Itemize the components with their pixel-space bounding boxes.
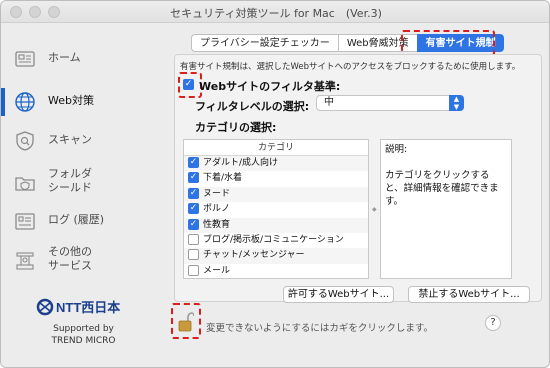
- category-name: 下着/水着: [203, 173, 243, 184]
- lock-hint-text: 変更できないようにするにはカギをクリックします。: [206, 323, 433, 334]
- title-bar: セキュリティ対策ツール for Mac (Ver.3): [1, 1, 549, 23]
- category-checkbox[interactable]: ✓: [188, 187, 199, 199]
- category-name: ヌード: [203, 188, 231, 199]
- category-row[interactable]: ✓ 性教育: [184, 217, 368, 233]
- app-window: セキュリティ対策ツール for Mac (Ver.3) ホーム Web対策 スキ…: [0, 0, 550, 368]
- sidebar-item-label: ログ (履歴): [48, 213, 105, 226]
- ntt-logo: NTT西日本: [36, 298, 120, 316]
- category-name: ポルノ: [203, 204, 231, 215]
- category-name: ブログ/掲示板/コミュニケーション: [203, 234, 344, 245]
- sidebar: ホーム Web対策 スキャン フォルダ シールド ログ (履歴) その他の サー…: [1, 23, 166, 367]
- info-body: カテゴリをクリックすると、詳細情報を確認できます。: [385, 170, 499, 207]
- category-row[interactable]: ✓ チャット/メッセンジャー: [184, 248, 368, 264]
- globe-icon: [15, 92, 35, 112]
- category-info-box: 説明: カテゴリをクリックすると、詳細情報を確認できます。: [380, 139, 512, 279]
- supported-by-text: Supported by TREND MICRO: [1, 323, 166, 347]
- sidebar-label-line1: フォルダ: [48, 167, 92, 180]
- category-row[interactable]: ✓ メール: [184, 264, 368, 278]
- category-checkbox[interactable]: ✓: [188, 172, 199, 184]
- home-icon: [15, 51, 35, 67]
- category-column-header: カテゴリ: [184, 140, 368, 156]
- sidebar-item-label: スキャン: [48, 133, 92, 146]
- sidebar-item-label: フォルダ シールド: [48, 167, 92, 195]
- filter-level-value: 中: [324, 97, 334, 108]
- window-title: セキュリティ対策ツール for Mac (Ver.3): [170, 7, 382, 20]
- log-icon: [15, 213, 35, 230]
- sidebar-item-web[interactable]: Web対策: [1, 82, 166, 122]
- category-checkbox[interactable]: ✓: [188, 218, 199, 230]
- blocked-sites-button[interactable]: 禁止するWebサイト...: [408, 286, 530, 303]
- category-checkbox[interactable]: ✓: [188, 249, 199, 261]
- category-label: カテゴリの選択:: [195, 121, 277, 134]
- category-name: 性教育: [203, 219, 231, 230]
- sidebar-item-home[interactable]: ホーム: [1, 39, 166, 79]
- category-row[interactable]: ✓ ブログ/掲示板/コミュニケーション: [184, 233, 368, 248]
- select-stepper-icon: ▲ ▼: [449, 95, 464, 111]
- info-title: 説明:: [385, 144, 408, 155]
- category-name: アダルト/成人向け: [203, 158, 279, 168]
- sidebar-item-folder-shield[interactable]: フォルダ シールド: [1, 163, 166, 203]
- category-list[interactable]: カテゴリ ✓ アダルト/成人向け ✓ 下着/水着 ✓ ヌード ✓ ポルノ ✓ 性教育 ✓ ブログ/掲示…: [183, 139, 369, 279]
- sidebar-item-label: Web対策: [48, 94, 94, 107]
- allowed-sites-button[interactable]: 許可するWebサイト...: [283, 286, 394, 303]
- category-row[interactable]: ✓ 下着/水着: [184, 171, 368, 186]
- sidebar-item-label: ホーム: [48, 51, 81, 64]
- tab-privacy-checker[interactable]: プライバシー設定チェッカー: [191, 34, 338, 52]
- ntt-logo-text: NTT西日本: [56, 300, 120, 315]
- tab-highlight-frame: [401, 30, 495, 56]
- sidebar-label-line1: その他の: [48, 245, 92, 258]
- category-name: メール: [203, 265, 231, 276]
- filter-level-label: フィルタレベルの選択:: [195, 100, 310, 113]
- category-row[interactable]: ✓ アダルト/成人向け: [184, 156, 368, 172]
- folder-shield-icon: [15, 177, 35, 191]
- sidebar-label-line2: サービス: [48, 259, 92, 272]
- splitter-handle[interactable]: ◆: [372, 206, 377, 213]
- panel-description: 有害サイト規制は、選択したWebサイトへのアクセスをブロックするために使用します…: [180, 62, 521, 72]
- category-checkbox[interactable]: ✓: [188, 203, 199, 215]
- category-checkbox[interactable]: ✓: [188, 264, 199, 276]
- main-content: プライバシー設定チェッカー Web脅威対策 有害サイト規制 有害サイト規制は、選…: [166, 23, 549, 367]
- help-button[interactable]: ?: [485, 315, 501, 331]
- sidebar-item-label: その他の サービス: [48, 245, 92, 273]
- services-icon: [16, 252, 34, 270]
- padlock-icon[interactable]: [178, 312, 194, 332]
- shield-scan-icon: [16, 131, 34, 151]
- active-indicator: [1, 88, 5, 116]
- supported-line1: Supported by: [53, 324, 114, 334]
- sidebar-label-line2: シールド: [48, 181, 92, 194]
- filter-label: Webサイトのフィルタ基準:: [199, 80, 341, 93]
- sidebar-item-log[interactable]: ログ (履歴): [1, 201, 166, 241]
- category-name: チャット/メッセンジャー: [203, 250, 305, 261]
- sidebar-item-scan[interactable]: スキャン: [1, 121, 166, 161]
- category-checkbox[interactable]: ✓: [188, 157, 199, 168]
- supported-line2: TREND MICRO: [51, 336, 116, 346]
- category-checkbox[interactable]: ✓: [188, 233, 199, 245]
- filter-level-select[interactable]: 中 ▲ ▼: [316, 95, 464, 111]
- sidebar-item-services[interactable]: その他の サービス: [1, 241, 166, 281]
- category-row[interactable]: ✓ ヌード: [184, 186, 368, 203]
- settings-panel: 有害サイト規制は、選択したWebサイトへのアクセスをブロックするために使用します…: [174, 54, 542, 302]
- category-row[interactable]: ✓ ポルノ: [184, 202, 368, 217]
